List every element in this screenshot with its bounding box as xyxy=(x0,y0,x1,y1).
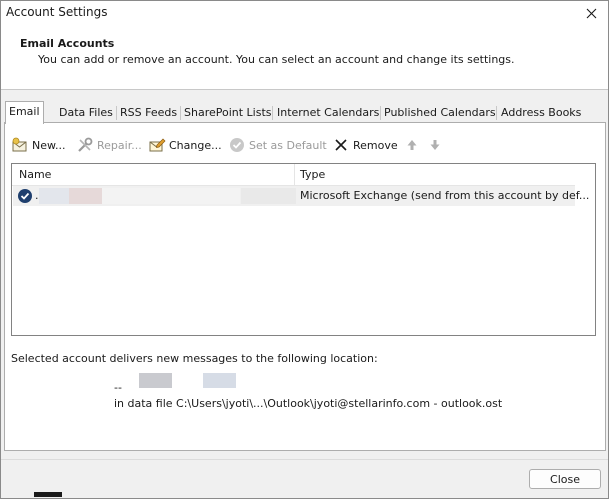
tab-data-files[interactable]: Data Files xyxy=(56,104,116,123)
repair-label: Repair... xyxy=(97,138,142,152)
header-description: You can add or remove an account. You ca… xyxy=(38,53,515,66)
set-as-default-label: Set as Default xyxy=(249,138,327,152)
dialog-header: Email Accounts You can add or remove an … xyxy=(1,25,608,90)
default-account-check-icon xyxy=(17,188,33,204)
footer-divider xyxy=(1,459,608,460)
tab-sharepoint-lists[interactable]: SharePoint Lists xyxy=(181,104,275,123)
move-up-button[interactable] xyxy=(403,134,424,156)
redacted-folder-name xyxy=(139,373,172,388)
tab-separator xyxy=(272,106,273,120)
column-divider[interactable] xyxy=(294,164,295,185)
window-title: Account Settings xyxy=(6,5,108,19)
remove-button[interactable]: Remove xyxy=(332,134,398,156)
delivery-folder: -- xyxy=(114,381,122,394)
change-label: Change... xyxy=(169,138,222,152)
tab-address-books[interactable]: Address Books xyxy=(498,104,584,123)
close-button[interactable]: Close xyxy=(529,469,601,489)
account-name-prefix: . xyxy=(35,189,39,202)
set-as-default-button[interactable]: Set as Default xyxy=(228,134,327,156)
column-header-type[interactable]: Type xyxy=(300,168,325,181)
account-row[interactable]: . Microsoft Exchange (send from this acc… xyxy=(13,186,589,206)
redacted-account-name xyxy=(39,188,69,204)
redacted-account-name xyxy=(241,188,296,204)
change-account-icon xyxy=(148,136,166,154)
delivery-location-label: Selected account delivers new messages t… xyxy=(11,352,378,365)
new-email-icon xyxy=(11,136,29,154)
list-header: Name Type xyxy=(12,164,575,186)
tab-email[interactable]: Email xyxy=(5,101,44,124)
new-account-button[interactable]: New... xyxy=(11,134,65,156)
tab-rss-feeds[interactable]: RSS Feeds xyxy=(117,104,180,123)
remove-x-icon xyxy=(332,136,350,154)
header-title: Email Accounts xyxy=(20,37,115,50)
default-check-icon xyxy=(228,136,246,154)
repair-button[interactable]: Repair... xyxy=(76,134,142,156)
remove-label: Remove xyxy=(353,138,398,152)
redacted-account-name xyxy=(69,188,102,204)
background-window-fragment xyxy=(34,492,62,497)
change-button[interactable]: Change... xyxy=(148,134,222,156)
close-window-icon[interactable] xyxy=(580,2,602,24)
move-down-button[interactable] xyxy=(426,134,447,156)
new-account-label: New... xyxy=(32,138,66,152)
column-header-name[interactable]: Name xyxy=(19,168,51,181)
account-settings-dialog: Account Settings Email Accounts You can … xyxy=(0,0,609,499)
account-type: Microsoft Exchange (send from this accou… xyxy=(300,189,590,202)
tab-internet-calendars[interactable]: Internet Calendars xyxy=(274,104,382,123)
title-bar: Account Settings xyxy=(1,1,608,25)
data-file-path: in data file C:\Users\jyoti\...\Outlook\… xyxy=(114,397,503,410)
redacted-account-name xyxy=(102,188,240,204)
arrow-up-icon xyxy=(403,136,421,154)
account-list[interactable]: Name Type . Microsoft Exchange (send fro… xyxy=(11,163,596,336)
tab-separator xyxy=(496,106,497,120)
tab-published-calendars[interactable]: Published Calendars xyxy=(381,104,499,123)
repair-tools-icon xyxy=(76,136,94,154)
arrow-down-icon xyxy=(426,136,444,154)
redacted-folder-name xyxy=(203,373,236,388)
